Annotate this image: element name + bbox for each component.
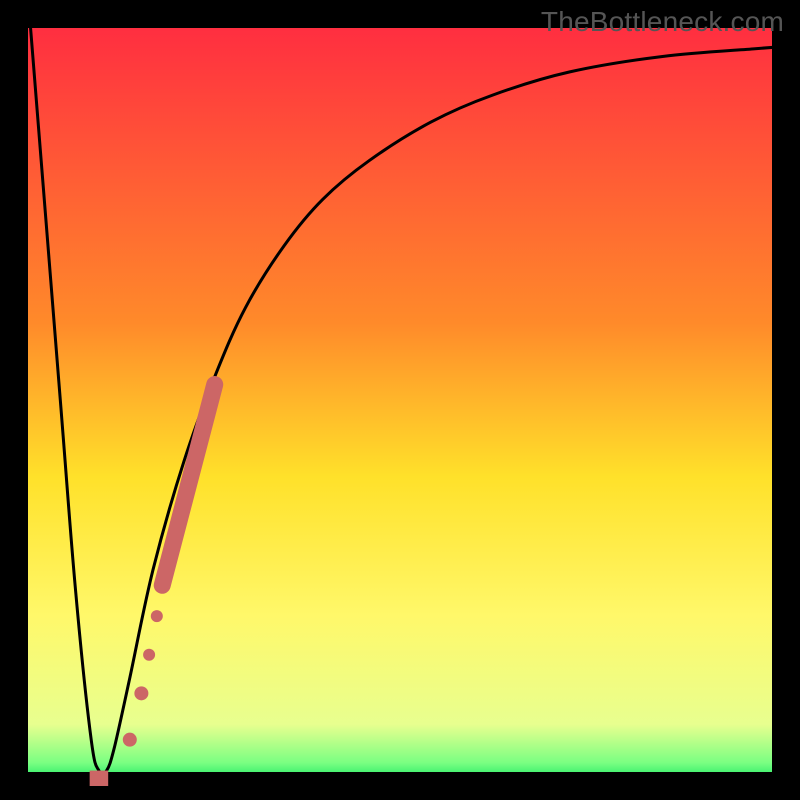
marker-dot xyxy=(134,686,148,700)
watermark-text: TheBottleneck.com xyxy=(541,6,784,38)
valley-bar xyxy=(90,771,109,786)
chart-container: TheBottleneck.com xyxy=(0,0,800,800)
plot-background xyxy=(14,14,786,786)
marker-dot xyxy=(123,733,137,747)
marker-dot xyxy=(151,610,163,622)
chart-svg xyxy=(0,0,800,800)
marker-dot xyxy=(143,649,155,661)
